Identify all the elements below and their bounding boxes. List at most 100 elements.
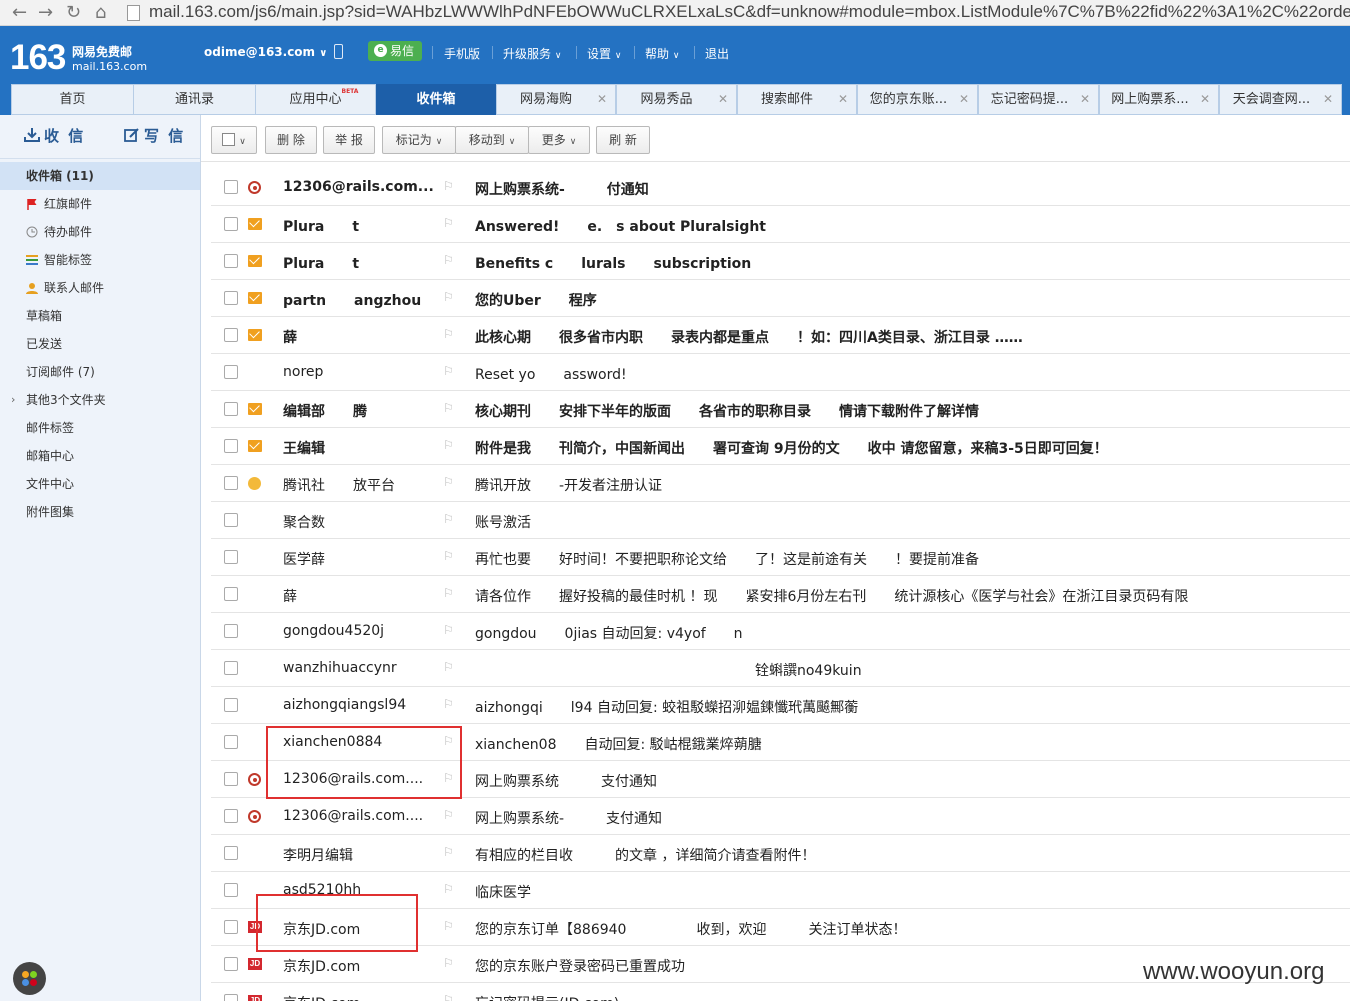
row-checkbox[interactable] (224, 254, 238, 268)
tab-jd-account[interactable]: 您的京东账... ✕ (857, 84, 978, 115)
mail-row[interactable]: partn angzhou ⚐ 您的Uber 程序 (211, 280, 1350, 317)
settings-link[interactable]: 设置 ∨ (587, 45, 621, 62)
folder-contact-mail[interactable]: 联系人邮件 (0, 274, 200, 302)
flag-icon[interactable]: ⚐ (443, 993, 454, 1001)
mail-row[interactable]: 编辑部 腾 ⚐ 核心期刊 安排下半年的版面 各省市的职称目录 情请下载附件了解详情 (211, 391, 1350, 428)
more-button[interactable]: 更多 ∨ (528, 126, 590, 154)
upgrade-service-link[interactable]: 升级服务 ∨ (503, 45, 561, 62)
move-to-button[interactable]: 移动到 ∨ (455, 126, 529, 154)
chevron-right-icon[interactable]: › (11, 386, 15, 414)
folder-others[interactable]: › 其他3个文件夹 (0, 386, 200, 414)
help-link[interactable]: 帮助 ∨ (645, 45, 679, 62)
close-icon[interactable]: ✕ (597, 85, 607, 114)
flag-icon[interactable]: ⚐ (443, 549, 454, 563)
address-bar[interactable]: mail.163.com/js6/main.jsp?sid=WAHbzLWWWl… (149, 2, 1350, 22)
app-launcher-icon[interactable] (13, 962, 46, 995)
folder-drafts[interactable]: 草稿箱 (0, 302, 200, 330)
folder-mailbox-center[interactable]: 邮箱中心 (0, 442, 200, 470)
flag-icon[interactable]: ⚐ (443, 401, 454, 415)
folder-inbox[interactable]: 收件箱 (11) (0, 162, 200, 190)
mail-row[interactable]: 腾讯社 放平台 ⚐ 腾讯开放 -开发者注册认证 (211, 465, 1350, 502)
flag-icon[interactable]: ⚐ (443, 697, 454, 711)
mail-row[interactable]: 聚合数 ⚐ 账号激活 (211, 502, 1350, 539)
flag-icon[interactable]: ⚐ (443, 327, 454, 341)
folder-mail-tags[interactable]: 邮件标签 (0, 414, 200, 442)
flag-icon[interactable]: ⚐ (443, 808, 454, 822)
row-checkbox[interactable] (224, 661, 238, 675)
forward-icon[interactable]: → (38, 2, 53, 23)
flag-icon[interactable]: ⚐ (443, 660, 454, 674)
mobile-version-link[interactable]: 手机版 (444, 45, 480, 62)
flag-icon[interactable]: ⚐ (443, 253, 454, 267)
row-checkbox[interactable] (224, 513, 238, 527)
tab-app-center[interactable]: 应用中心 BETA (255, 84, 376, 115)
close-icon[interactable]: ✕ (838, 85, 848, 114)
close-icon[interactable]: ✕ (1080, 85, 1090, 114)
flag-icon[interactable]: ⚐ (443, 845, 454, 859)
row-checkbox[interactable] (224, 402, 238, 416)
row-checkbox[interactable] (224, 957, 238, 971)
tab-netease-xiupin[interactable]: 网易秀品 ✕ (616, 84, 737, 115)
mail-row[interactable]: 薛 ⚐ 此核心期 很多省市内职 录表内都是重点 ！如：四川A类目录、浙江目录 …… (211, 317, 1350, 354)
row-checkbox[interactable] (224, 180, 238, 194)
mail-row[interactable]: 王编辑 ⚐ 附件是我 刊简介，中国新闻出 署可查询 9月份的文 收中 请您留意，来稿… (211, 428, 1350, 465)
row-checkbox[interactable] (224, 809, 238, 823)
row-checkbox[interactable] (224, 624, 238, 638)
folder-subscriptions[interactable]: 订阅邮件 (7) (0, 358, 200, 386)
tab-survey[interactable]: 天会调查网... ✕ (1219, 84, 1342, 115)
flag-icon[interactable]: ⚐ (443, 919, 454, 933)
home-icon[interactable]: ⌂ (95, 2, 106, 23)
receive-mail-button[interactable]: 收 信 (24, 125, 85, 146)
mobile-icon[interactable] (334, 44, 343, 59)
close-icon[interactable]: ✕ (959, 85, 969, 114)
folder-flagged[interactable]: 红旗邮件 (0, 190, 200, 218)
mail-row[interactable]: 医学薛 ⚐ 再忙也要 好时间！不要把职称论文给 了！这是前途有关 ！要提前准备 (211, 539, 1350, 576)
mail-row[interactable]: aizhongqiangsl94 ⚐ aizhongqi l94 自动回复: 蛟祖駁… (211, 687, 1350, 724)
close-icon[interactable]: ✕ (718, 85, 728, 114)
delete-button[interactable]: 删 除 (265, 126, 317, 154)
row-checkbox[interactable] (224, 476, 238, 490)
row-checkbox[interactable] (224, 994, 238, 1001)
row-checkbox[interactable] (224, 698, 238, 712)
row-checkbox[interactable] (224, 328, 238, 342)
tab-netease-haigou[interactable]: 网易海购 ✕ (496, 84, 616, 115)
flag-icon[interactable]: ⚐ (443, 882, 454, 896)
row-checkbox[interactable] (224, 772, 238, 786)
logout-link[interactable]: 退出 (705, 45, 729, 62)
reload-icon[interactable]: ↻ (66, 2, 81, 23)
close-icon[interactable]: ✕ (1200, 85, 1210, 114)
folder-smart-tags[interactable]: 智能标签 (0, 246, 200, 274)
mail-row[interactable]: norep ⚐ Reset yo assword! (211, 354, 1350, 391)
tab-search-mail[interactable]: 搜索邮件 ✕ (737, 84, 857, 115)
close-icon[interactable]: ✕ (1323, 85, 1333, 114)
mail-row[interactable]: wanzhihuaccynr ⚐ 铨蝌譔no49kuin (211, 650, 1350, 687)
row-checkbox[interactable] (224, 291, 238, 305)
tab-contacts[interactable]: 通讯录 (133, 84, 256, 115)
refresh-button[interactable]: 刷 新 (596, 126, 650, 154)
row-checkbox[interactable] (224, 883, 238, 897)
mail-row[interactable]: 薛 ⚐ 请各位作 握好投稿的最佳时机 ！现 紧安排6月份左右刊 统计源核心《医学与社… (211, 576, 1350, 613)
row-checkbox[interactable] (224, 365, 238, 379)
select-all-checkbox[interactable]: ∨ (211, 126, 257, 154)
mail-row[interactable]: gongdou4520j ⚐ gongdou 0jias 自动回复: v4yof n (211, 613, 1350, 650)
tab-ticket-system[interactable]: 网上购票系... ✕ (1099, 84, 1219, 115)
folder-file-center[interactable]: 文件中心 (0, 470, 200, 498)
row-checkbox[interactable] (224, 846, 238, 860)
flag-icon[interactable]: ⚐ (443, 216, 454, 230)
flag-icon[interactable]: ⚐ (443, 956, 454, 970)
flag-icon[interactable]: ⚐ (443, 623, 454, 637)
flag-icon[interactable]: ⚐ (443, 290, 454, 304)
flag-icon[interactable]: ⚐ (443, 475, 454, 489)
mail-row[interactable]: 12306@rails.com.... ⚐ 网上购票系统- 支付通知 (211, 798, 1350, 835)
mail-row[interactable]: Plura t ⚐ Benefits c lurals subscription (211, 243, 1350, 280)
row-checkbox[interactable] (224, 920, 238, 934)
folder-todo[interactable]: 待办邮件 (0, 218, 200, 246)
tab-home[interactable]: 首页 (11, 84, 134, 115)
mail-row[interactable]: 李明月编辑 ⚐ 有相应的栏目收 的文章 ，详细简介请查看附件！ (211, 835, 1350, 872)
row-checkbox[interactable] (224, 217, 238, 231)
row-checkbox[interactable] (224, 550, 238, 564)
mark-as-button[interactable]: 标记为 ∨ (382, 126, 456, 154)
row-checkbox[interactable] (224, 587, 238, 601)
yixin-button[interactable]: e 易信 (368, 41, 422, 61)
tab-inbox[interactable]: 收件箱 (376, 84, 496, 115)
